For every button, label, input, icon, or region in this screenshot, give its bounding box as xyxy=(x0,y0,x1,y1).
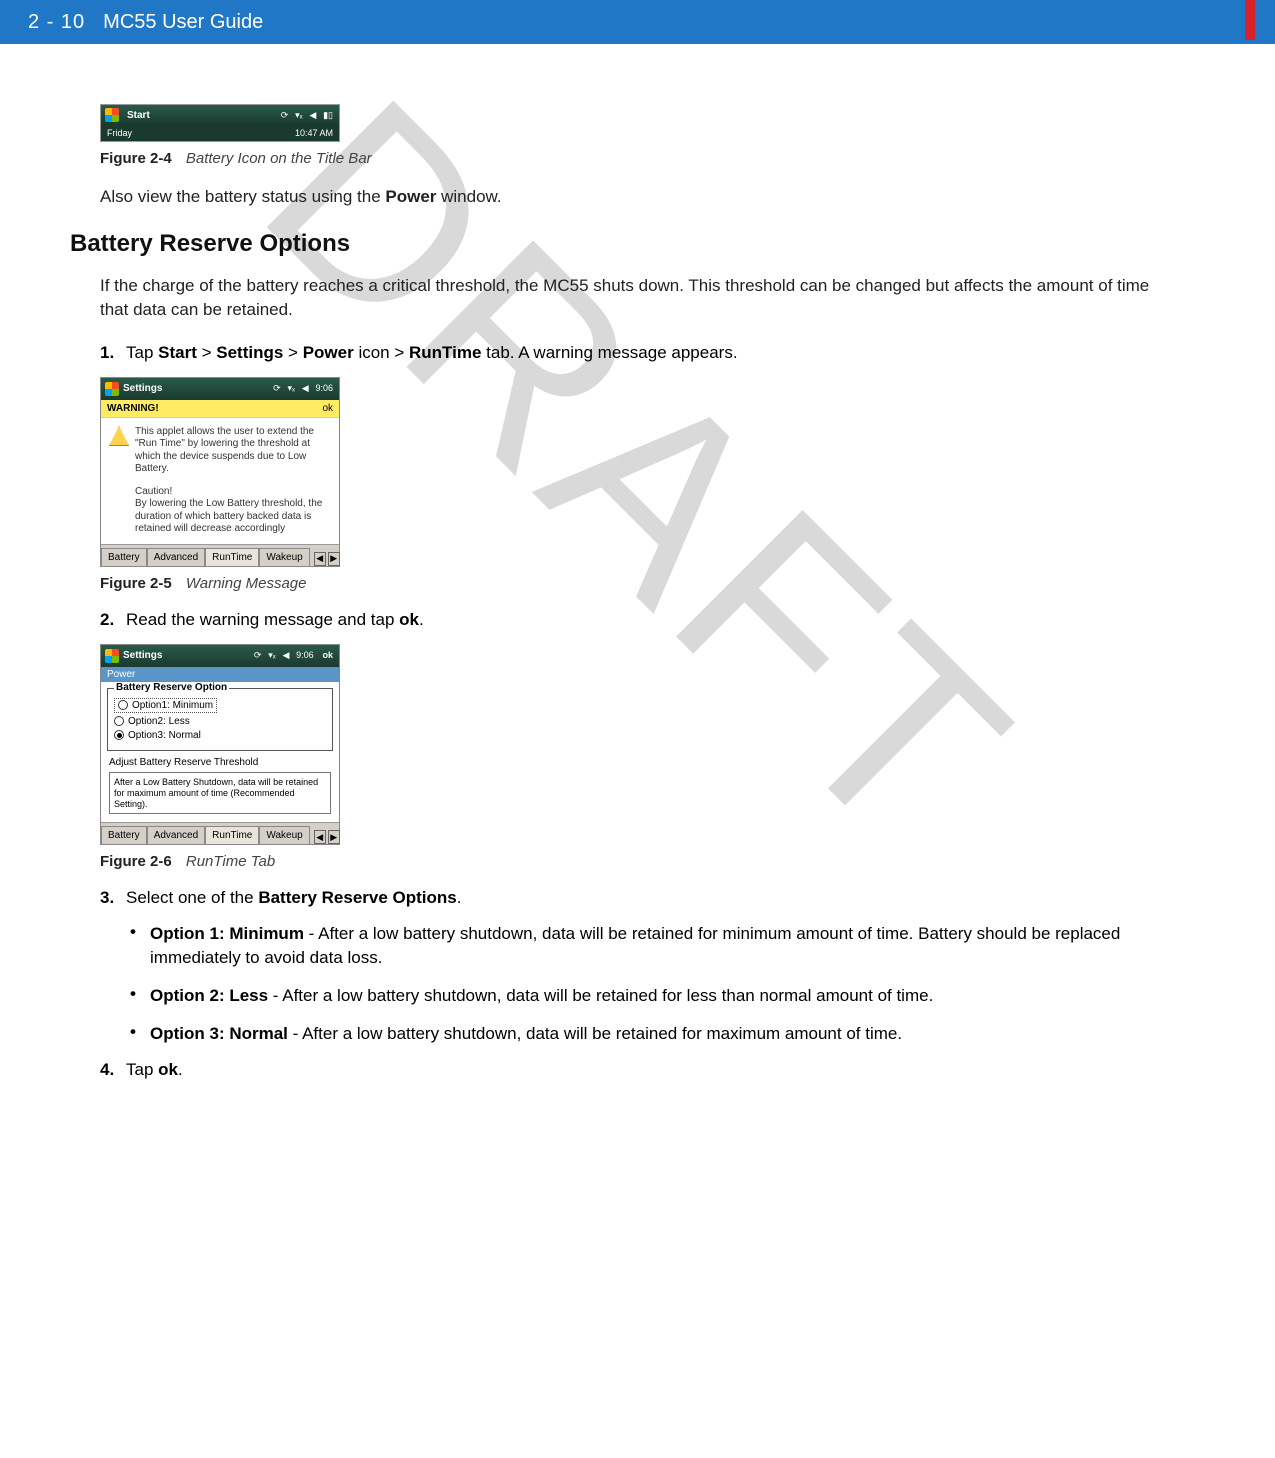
tab-row: Battery Advanced RunTime Wakeup ◀▶ xyxy=(101,822,339,844)
windows-flag-icon xyxy=(105,108,119,122)
ok-button[interactable]: ok xyxy=(322,650,333,660)
tab-scroll-left-icon[interactable]: ◀ xyxy=(314,552,326,566)
tab-advanced[interactable]: Advanced xyxy=(147,826,205,844)
warning-title: WARNING! xyxy=(107,403,159,414)
step-2: 2. Read the warning message and tap ok. xyxy=(100,610,1155,630)
volume-icon: ◀ xyxy=(309,110,316,120)
screen-title: Settings xyxy=(123,650,162,661)
volume-icon: ◀ xyxy=(282,650,289,660)
intro-paragraph: If the charge of the battery reaches a c… xyxy=(100,274,1155,323)
warning-text-1: This applet allows the user to extend th… xyxy=(135,426,331,476)
start-label: Start xyxy=(127,110,150,121)
battery-reserve-fieldset: Battery Reserve Option Option1: Minimum … xyxy=(107,688,333,751)
bullet-option-1: • Option 1: Minimum - After a low batter… xyxy=(130,922,1155,970)
figure-2-5-caption: Figure 2-5 Warning Message xyxy=(100,575,1155,592)
time-label: 9:06 xyxy=(296,650,314,660)
tab-battery[interactable]: Battery xyxy=(101,826,147,844)
battery-icon: ▮▯ xyxy=(323,110,333,120)
warning-text-2: By lowering the Low Battery threshold, t… xyxy=(135,498,331,536)
caution-heading: Caution! xyxy=(135,486,331,499)
ok-button[interactable]: ok xyxy=(322,403,333,414)
tab-battery[interactable]: Battery xyxy=(101,548,147,566)
time-label: 9:06 xyxy=(315,383,333,393)
page-header: 2 - 10 MC55 User Guide xyxy=(0,0,1275,44)
tab-runtime[interactable]: RunTime xyxy=(205,548,259,566)
step-4: 4. Tap ok. xyxy=(100,1060,1155,1080)
tab-scroll-left-icon[interactable]: ◀ xyxy=(314,830,326,844)
figure-label: Figure 2-4 xyxy=(100,150,172,167)
bullet-option-2: • Option 2: Less - After a low battery s… xyxy=(130,984,1155,1008)
page-number: 2 - 10 xyxy=(28,11,85,34)
bullet-option-3: • Option 3: Normal - After a low battery… xyxy=(130,1022,1155,1046)
status-icons: ⟳ ▾ₓ ◀ 9:06 xyxy=(271,383,335,394)
sync-icon: ⟳ xyxy=(281,110,289,120)
windows-flag-icon xyxy=(105,649,119,663)
day-label: Friday xyxy=(107,128,132,138)
doc-title: MC55 User Guide xyxy=(103,11,263,34)
radio-option-2[interactable]: Option2: Less xyxy=(114,716,326,727)
radio-option-1[interactable]: Option1: Minimum xyxy=(114,698,217,713)
figure-2-4-caption: Figure 2-4 Battery Icon on the Title Bar xyxy=(100,150,1155,167)
tab-scroll-right-icon[interactable]: ▶ xyxy=(328,552,340,566)
tab-row: Battery Advanced RunTime Wakeup ◀▶ xyxy=(101,544,339,566)
section-heading: Battery Reserve Options xyxy=(70,230,1155,258)
figure-2-6-caption: Figure 2-6 RunTime Tab xyxy=(100,853,1155,870)
red-edge-tab xyxy=(1245,0,1255,40)
tab-runtime[interactable]: RunTime xyxy=(205,826,259,844)
signal-icon: ▾ₓ xyxy=(268,650,275,660)
adjust-label: Adjust Battery Reserve Threshold xyxy=(109,757,331,768)
tab-advanced[interactable]: Advanced xyxy=(147,548,205,566)
tab-wakeup[interactable]: Wakeup xyxy=(259,548,309,566)
step-1: 1. Tap Start > Settings > Power icon > R… xyxy=(100,343,1155,363)
figure-2-4-image: Start ⟳ ▾ₓ ◀ ▮▯ Friday 10:47 AM xyxy=(100,104,340,142)
figure-caption-text: Battery Icon on the Title Bar xyxy=(186,150,372,167)
volume-icon: ◀ xyxy=(302,383,309,393)
status-icons: ⟳ ▾ₓ ◀ ▮▯ xyxy=(279,110,335,121)
step-3: 3. Select one of the Battery Reserve Opt… xyxy=(100,888,1155,908)
radio-option-3[interactable]: Option3: Normal xyxy=(114,730,326,741)
figure-2-5-image: Settings ⟳ ▾ₓ ◀ 9:06 WARNING! ok This ap… xyxy=(100,377,340,567)
time-label: 10:47 AM xyxy=(295,128,333,138)
tab-scroll-right-icon[interactable]: ▶ xyxy=(328,830,340,844)
sync-icon: ⟳ xyxy=(273,383,281,393)
tab-wakeup[interactable]: Wakeup xyxy=(259,826,309,844)
figure-2-6-image: Settings ⟳ ▾ₓ ◀ 9:06 ok Power Battery Re… xyxy=(100,644,340,845)
signal-icon: ▾ₓ xyxy=(295,110,302,120)
signal-icon: ▾ₓ xyxy=(288,383,295,393)
status-icons: ⟳ ▾ₓ ◀ 9:06 ok xyxy=(252,650,335,661)
also-view-paragraph: Also view the battery status using the P… xyxy=(100,185,1155,210)
option-description: After a Low Battery Shutdown, data will … xyxy=(109,772,331,814)
windows-flag-icon xyxy=(105,382,119,396)
power-header: Power xyxy=(101,667,339,682)
screen-title: Settings xyxy=(123,383,162,394)
sync-icon: ⟳ xyxy=(254,650,262,660)
warning-triangle-icon xyxy=(109,426,129,446)
